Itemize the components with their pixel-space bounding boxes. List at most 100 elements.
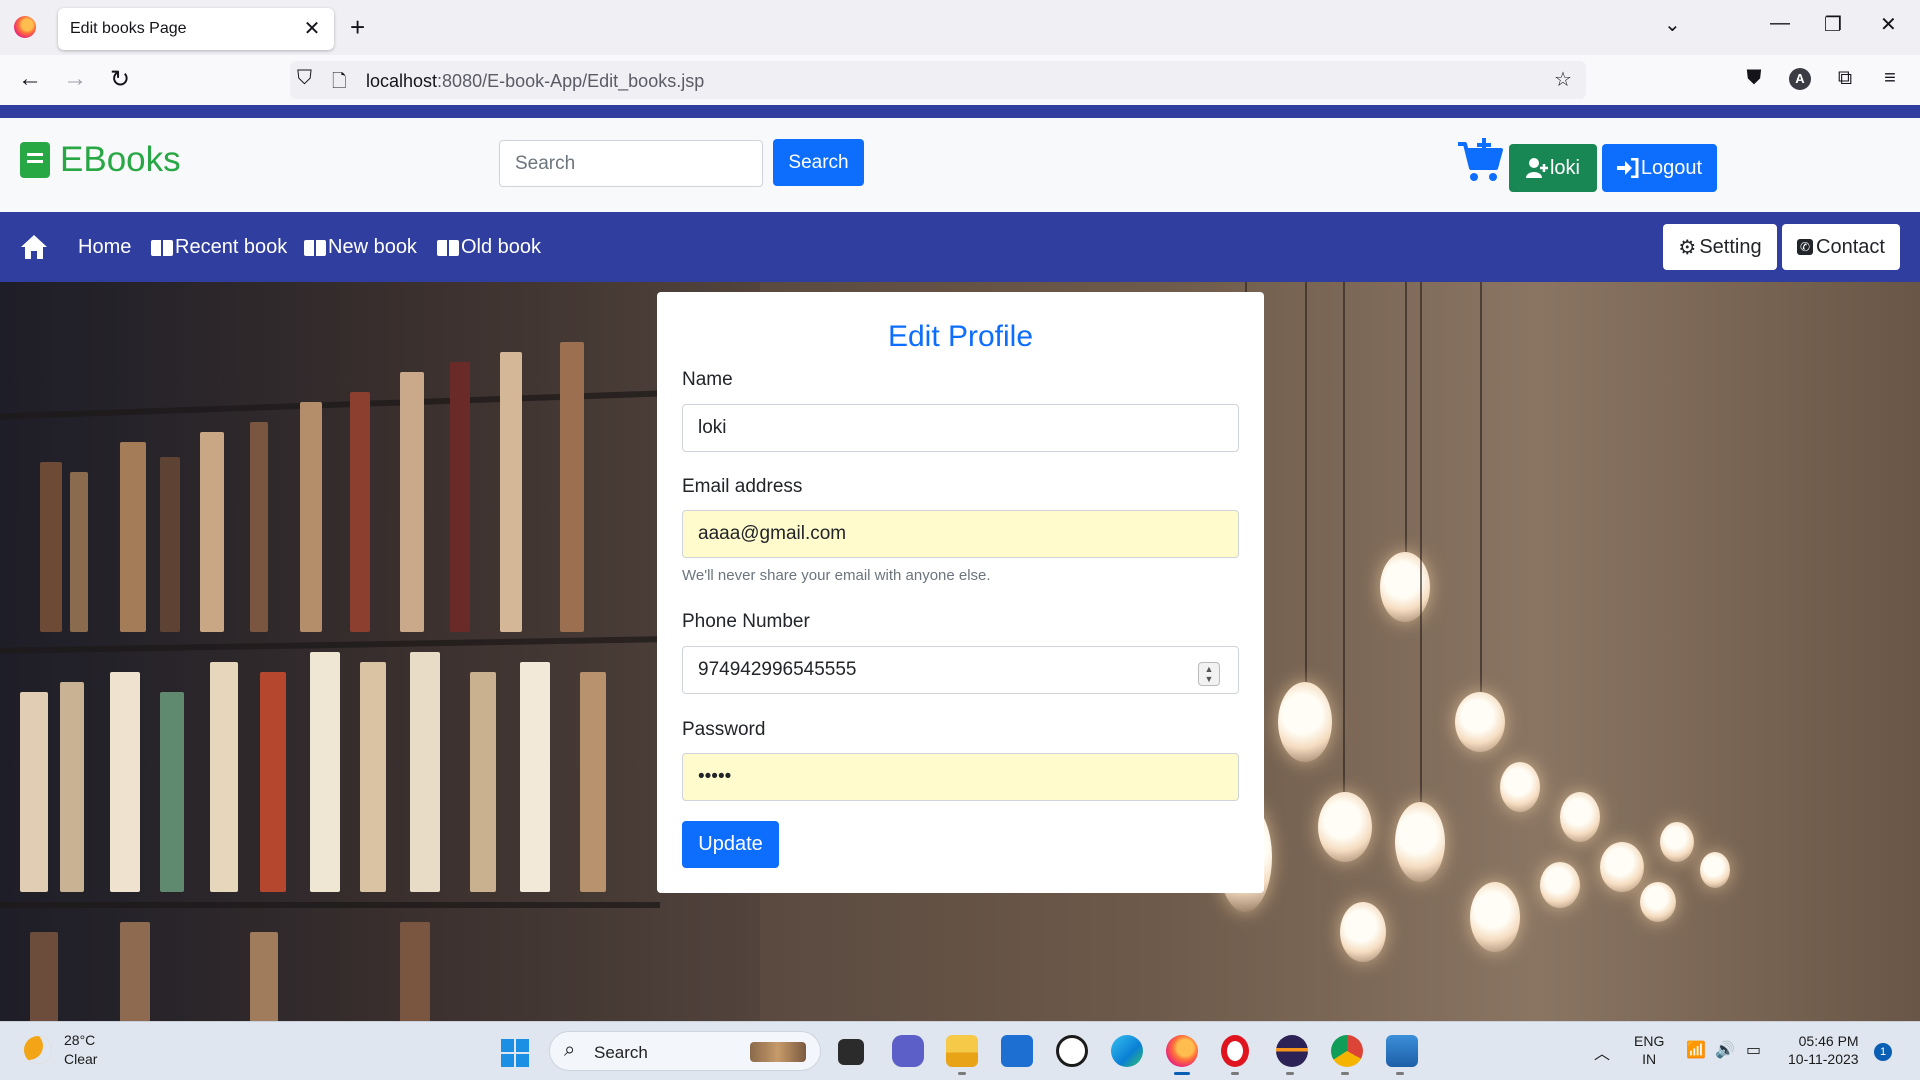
chrome-icon[interactable]: [1331, 1035, 1363, 1067]
phone-square-icon: ✆: [1797, 239, 1814, 255]
new-tab-icon[interactable]: +: [350, 12, 365, 43]
email-field[interactable]: [682, 510, 1239, 558]
search-button[interactable]: Search: [773, 139, 864, 186]
reload-icon[interactable]: ↻: [105, 65, 135, 94]
nav-old-book[interactable]: Old book: [437, 236, 541, 259]
moon-icon[interactable]: [24, 1036, 52, 1064]
site-header: EBooks Search loki Logout: [0, 118, 1920, 212]
windows-taskbar: 28°C Clear ⌕ Search ︿ ENG IN 📶 🔊 ▭ 05:46…: [0, 1021, 1920, 1080]
phone-field[interactable]: [682, 646, 1239, 694]
clock-time: 05:46 PM: [1798, 1033, 1859, 1049]
page-icon[interactable]: 🗋: [332, 69, 346, 99]
back-icon[interactable]: ←: [15, 65, 45, 93]
temperature: 28°C: [64, 1032, 96, 1048]
tab-title: Edit books Page: [70, 20, 187, 37]
edge-icon[interactable]: [1111, 1035, 1143, 1067]
tab-list-icon[interactable]: ⌄: [1664, 12, 1681, 37]
language-indicator[interactable]: ENG IN: [1634, 1032, 1664, 1068]
show-hidden-icons-chevron-up-icon[interactable]: ︿: [1594, 1040, 1610, 1064]
taskbar-search-label: Search: [594, 1043, 648, 1062]
password-field[interactable]: [682, 753, 1239, 801]
book-icon: [20, 142, 50, 178]
address-bar[interactable]: ⛉ 🗋 localhost:8080/E-book-App/Edit_books…: [290, 61, 1586, 99]
sign-in-icon: [1616, 158, 1639, 178]
file-explorer-icon[interactable]: [946, 1035, 978, 1067]
nav-new-label: New book: [328, 236, 417, 258]
contact-button[interactable]: ✆ Contact: [1782, 224, 1900, 270]
windows-start-icon[interactable]: [501, 1039, 529, 1067]
lang-region: IN: [1642, 1051, 1657, 1067]
brand-logo[interactable]: EBooks: [20, 140, 181, 180]
photos-icon[interactable]: [1386, 1035, 1418, 1067]
logout-label: Logout: [1640, 156, 1703, 179]
top-strip: [0, 105, 1920, 118]
browser-tab-strip: Edit books Page ✕ + ⌄ — ❐ ✕: [0, 0, 1920, 55]
password-label: Password: [682, 719, 766, 740]
card-title: Edit Profile: [887, 320, 1034, 353]
browser-toolbar: ← → ↻ ⛉ 🗋 localhost:8080/E-book-App/Edit…: [0, 55, 1920, 105]
user-name: loki: [1549, 156, 1580, 179]
user-button[interactable]: loki: [1509, 144, 1597, 192]
browser-tab[interactable]: Edit books Page ✕: [58, 8, 334, 50]
notification-badge[interactable]: 1: [1874, 1043, 1892, 1061]
chat-icon[interactable]: [892, 1035, 924, 1067]
firefox-icon: [14, 16, 36, 38]
eclipse-icon[interactable]: [1276, 1035, 1308, 1067]
name-field[interactable]: [682, 404, 1239, 452]
phone-label: Phone Number: [682, 611, 810, 632]
update-button[interactable]: Update: [682, 821, 779, 868]
book-open-icon: [437, 239, 459, 256]
search-input[interactable]: [499, 140, 763, 187]
shield-icon[interactable]: ⛉: [297, 67, 312, 90]
clock[interactable]: 05:46 PM 10-11-2023: [1788, 1032, 1859, 1068]
book-open-icon: [151, 239, 173, 256]
menu-icon[interactable]: ≡: [1876, 67, 1904, 90]
window-close-icon[interactable]: ✕: [1880, 12, 1897, 37]
lang-primary: ENG: [1634, 1033, 1665, 1049]
url-text: localhost:8080/E-book-App/Edit_books.jsp: [366, 71, 705, 91]
restore-icon[interactable]: ❐: [1824, 12, 1842, 37]
close-tab-icon[interactable]: ✕: [300, 16, 324, 41]
home-icon[interactable]: [20, 234, 48, 260]
opera-icon[interactable]: [1221, 1035, 1249, 1067]
contact-label: Contact: [1816, 235, 1885, 258]
user-plus-icon: [1525, 158, 1548, 178]
name-label: Name: [682, 369, 733, 390]
cart-plus-icon[interactable]: [1456, 138, 1504, 184]
nav-new-book[interactable]: New book: [304, 236, 417, 259]
store-icon[interactable]: [1001, 1035, 1033, 1067]
volume-icon[interactable]: 🔊: [1715, 1040, 1735, 1060]
account-icon[interactable]: A: [1789, 68, 1811, 90]
nav-recent-book[interactable]: Recent book: [151, 236, 287, 259]
battery-icon[interactable]: ▭: [1746, 1040, 1761, 1060]
task-view-icon[interactable]: [838, 1039, 864, 1065]
logout-button[interactable]: Logout: [1602, 144, 1717, 192]
search-icon: ⌕: [564, 1039, 576, 1061]
email-label: Email address: [682, 476, 803, 497]
book-open-icon: [304, 239, 326, 256]
search-highlight-image: [750, 1042, 806, 1062]
main-nav: Home Recent book New book Old book ⚙ Set…: [0, 212, 1920, 282]
minimize-icon[interactable]: —: [1770, 12, 1790, 35]
weather-widget[interactable]: 28°C Clear: [64, 1031, 97, 1069]
edit-profile-card: Edit Profile Name Email address We'll ne…: [657, 292, 1264, 893]
nav-home-label: Home: [78, 236, 132, 258]
nav-home[interactable]: Home: [78, 236, 131, 259]
email-help-text: We'll never share your email with anyone…: [682, 567, 991, 584]
nav-recent-label: Recent book: [175, 236, 288, 258]
wifi-icon[interactable]: 📶: [1686, 1040, 1706, 1060]
gear-icon: ⚙: [1678, 236, 1697, 259]
weather-condition: Clear: [64, 1051, 98, 1067]
brand-name: EBooks: [60, 140, 181, 179]
clock-date: 10-11-2023: [1788, 1051, 1859, 1067]
taskbar-search[interactable]: ⌕ Search: [549, 1031, 821, 1071]
number-spinner-icon[interactable]: ▲ ▼: [1198, 662, 1220, 686]
pocket-icon[interactable]: ⛊: [1740, 67, 1768, 90]
setting-button[interactable]: ⚙ Setting: [1663, 224, 1777, 270]
setting-label: Setting: [1699, 235, 1762, 258]
bookmark-star-icon[interactable]: ☆: [1554, 67, 1572, 92]
extensions-icon[interactable]: ⧉: [1831, 67, 1859, 90]
firefox-taskbar-icon[interactable]: [1166, 1035, 1198, 1067]
dell-icon[interactable]: [1056, 1035, 1088, 1067]
forward-icon[interactable]: →: [60, 65, 90, 93]
